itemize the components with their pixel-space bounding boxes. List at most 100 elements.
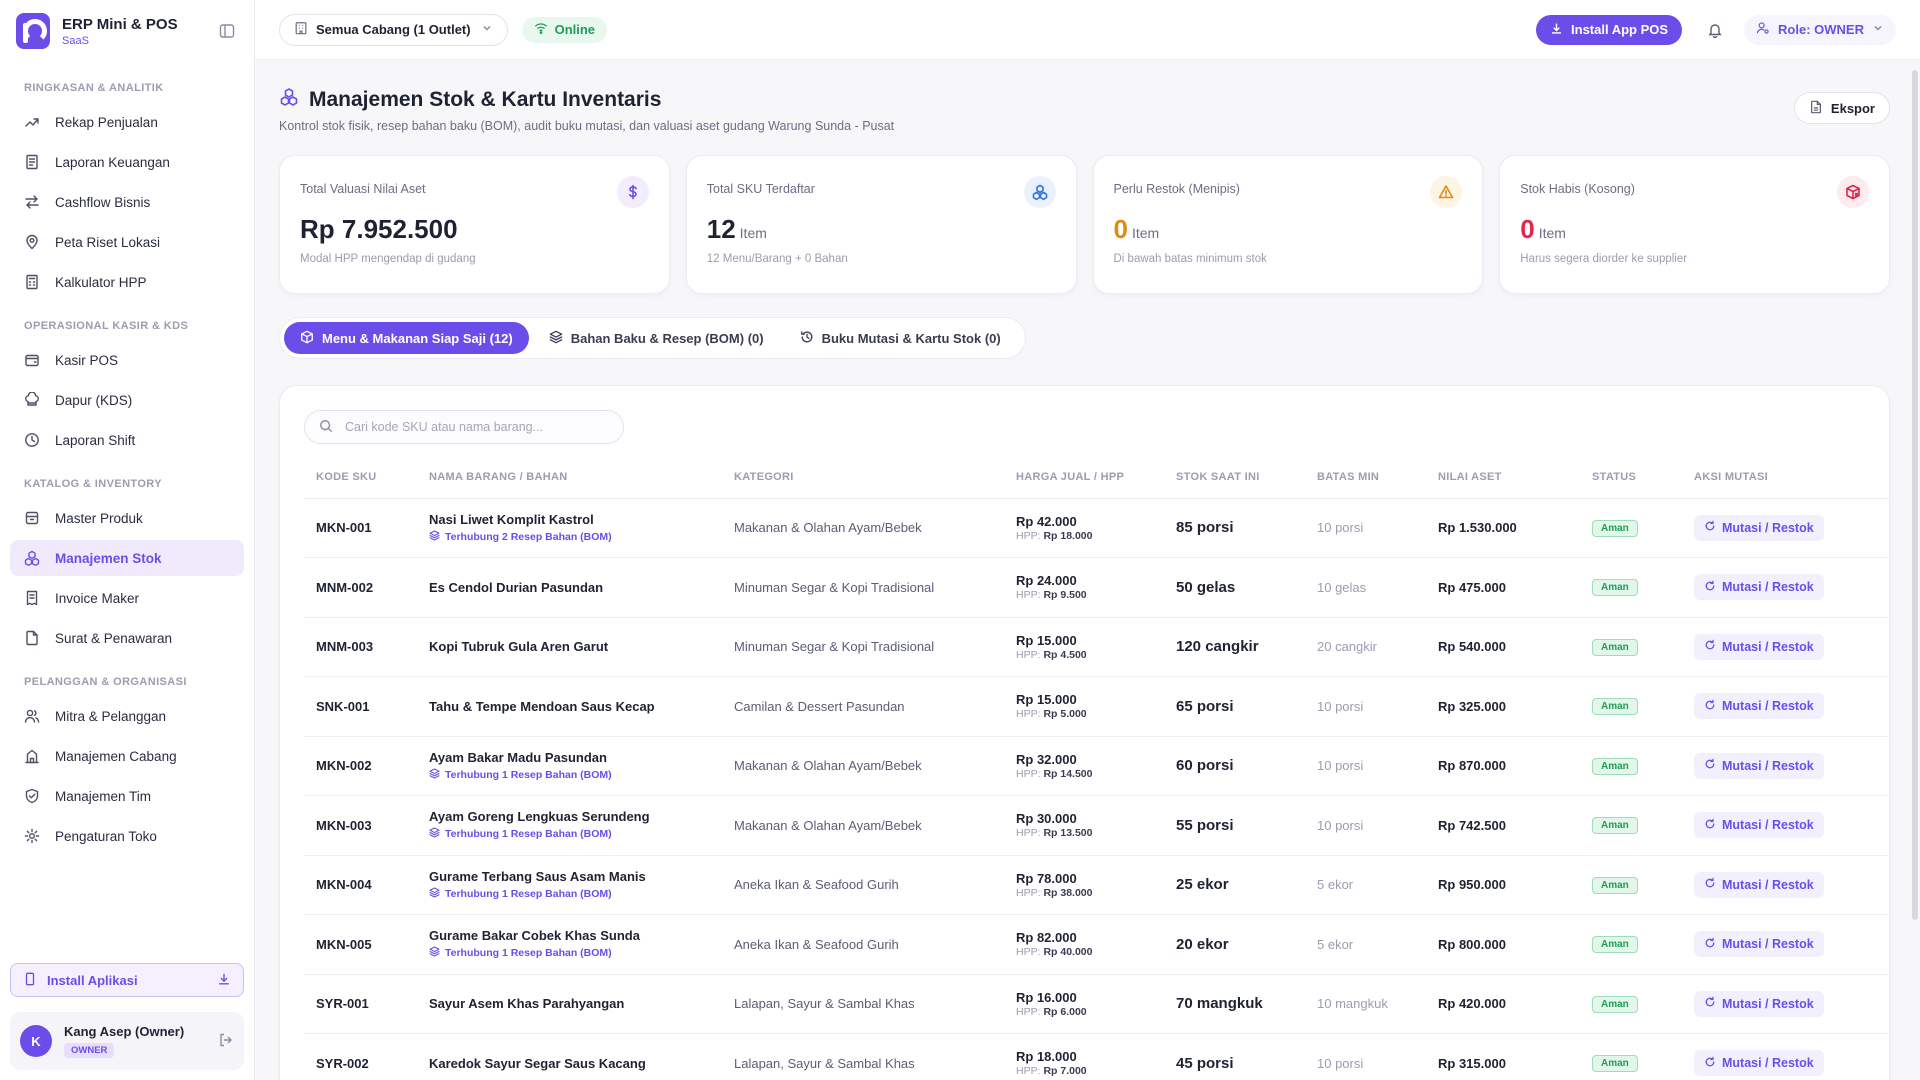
search-box[interactable] (304, 410, 624, 444)
table-row[interactable]: SYR-001 Sayur Asem Khas Parahyangan Lalapa… (304, 974, 1889, 1034)
install-app-label: Install Aplikasi (47, 972, 138, 988)
sidebar-item-laporan-shift[interactable]: Laporan Shift (10, 422, 244, 458)
receipt-icon (23, 589, 41, 607)
stat-value: 12 (706, 214, 736, 244)
refresh-icon (1704, 877, 1716, 892)
wifi-icon (534, 21, 548, 38)
sidebar-item-pengaturan-toko[interactable]: Pengaturan Toko (10, 818, 244, 854)
mutation-restock-button[interactable]: Mutasi / Restok (1694, 990, 1824, 1017)
sidebar-item-laporan-keuangan[interactable]: Laporan Keuangan (10, 144, 244, 180)
page-scrollbar[interactable] (1912, 70, 1918, 920)
table-row[interactable]: MKN-005 Gurame Bakar Cobek Khas Sunda Terh… (304, 914, 1889, 975)
mutation-restock-button[interactable]: Mutasi / Restok (1694, 1050, 1824, 1077)
bom-link[interactable]: Terhubung 1 Resep Bahan (BOM) (429, 827, 710, 841)
package-x-icon (1837, 176, 1869, 208)
column-header-stok-saat-ini: STOK SAAT INI (1164, 456, 1305, 499)
sidebar-item-dapur-kds[interactable]: Dapur (KDS) (10, 382, 244, 418)
table-row[interactable]: MNM-002 Es Cendol Durian Pasundan Minuman … (304, 557, 1889, 618)
sidebar-item-kalkulator-hpp[interactable]: Kalkulator HPP (10, 264, 244, 300)
sidebar-item-peta-riset-lokasi[interactable]: Peta Riset Lokasi (10, 224, 244, 260)
sidebar-item-label: Pengaturan Toko (55, 828, 157, 844)
action-label: Mutasi / Restok (1722, 520, 1814, 535)
stat-card-total-sku-terdaftar: Total SKU Terdaftar 12 Item 12 Menu/Barang … (685, 155, 1077, 294)
hpp-value: Rp 5.000 (1043, 708, 1087, 721)
sidebar: ERP Mini & POS SaaS RINGKASAN & ANALITIK… (0, 0, 255, 1080)
sku-cell: SYR-001 (304, 974, 417, 1034)
inventory-table: KODE SKU NAMA BARANG / BAHAN KATEGORI HARGA… (304, 456, 1889, 1080)
mutation-restock-button[interactable]: Mutasi / Restok (1694, 812, 1824, 839)
bom-link[interactable]: Terhubung 2 Resep Bahan (BOM) (429, 530, 710, 544)
mutation-restock-button[interactable]: Mutasi / Restok (1694, 931, 1824, 958)
sidebar-item-surat-penawaran[interactable]: Surat & Penawaran (10, 620, 244, 656)
min-stock: 5 ekor (1305, 914, 1426, 975)
map-pin-icon (23, 233, 41, 251)
table-row[interactable]: MKN-001 Nasi Liwet Komplit Kastrol Terhubu… (304, 498, 1889, 558)
sidebar-toggle-icon[interactable] (216, 20, 238, 42)
asset-value: Rp 475.000 (1426, 557, 1580, 618)
bom-link[interactable]: Terhubung 1 Resep Bahan (BOM) (429, 946, 710, 960)
tab-buku-mutasi-kartu-stok-0[interactable]: Buku Mutasi & Kartu Stok (0) (784, 322, 1017, 354)
phone-icon (23, 972, 37, 989)
asset-value: Rp 800.000 (1426, 914, 1580, 975)
tab-bahan-baku-resep-bom-0[interactable]: Bahan Baku & Resep (BOM) (0) (533, 322, 780, 354)
table-row[interactable]: MNM-003 Kopi Tubruk Gula Aren Garut Minuma… (304, 617, 1889, 677)
sidebar-item-master-produk[interactable]: Master Produk (10, 500, 244, 536)
file-export-icon (1809, 100, 1823, 117)
hpp-label: HPP: (1016, 589, 1041, 602)
table-row[interactable]: MKN-004 Gurame Terbang Saus Asam Manis Ter… (304, 855, 1889, 915)
min-stock: 10 gelas (1305, 557, 1426, 618)
bom-link[interactable]: Terhubung 1 Resep Bahan (BOM) (429, 768, 710, 782)
tab-menu-makanan-siap-saji-12[interactable]: Menu & Makanan Siap Saji (12) (284, 322, 529, 354)
table-row[interactable]: SYR-002 Karedok Sayur Segar Saus Kacang La… (304, 1033, 1889, 1080)
sidebar-item-label: Dapur (KDS) (55, 392, 133, 408)
table-row[interactable]: MKN-003 Ayam Goreng Lengkuas Serundeng Ter… (304, 795, 1889, 856)
mutation-restock-button[interactable]: Mutasi / Restok (1694, 693, 1824, 720)
min-stock: 20 cangkir (1305, 617, 1426, 677)
install-pos-button[interactable]: Install App POS (1536, 14, 1683, 45)
role-selector[interactable]: Role: OWNER (1744, 14, 1896, 45)
sidebar-item-mitra-pelanggan[interactable]: Mitra & Pelanggan (10, 698, 244, 734)
mutation-restock-button[interactable]: Mutasi / Restok (1694, 514, 1824, 541)
mutation-restock-button[interactable]: Mutasi / Restok (1694, 871, 1824, 898)
branch-selector[interactable]: Semua Cabang (1 Outlet) (279, 13, 508, 46)
hpp-value: Rp 40.000 (1043, 946, 1093, 959)
nav-section-title: RINGKASAN & ANALITIK (24, 82, 164, 94)
sidebar-item-manajemen-tim[interactable]: Manajemen Tim (10, 778, 244, 814)
sidebar-item-invoice-maker[interactable]: Invoice Maker (10, 580, 244, 616)
item-name: Nasi Liwet Komplit Kastrol (429, 511, 594, 527)
mutation-restock-button[interactable]: Mutasi / Restok (1694, 574, 1824, 601)
chevron-down-icon (1872, 22, 1884, 37)
user-role-badge: OWNER (64, 1043, 115, 1058)
item-name: Gurame Bakar Cobek Khas Sunda (429, 928, 640, 944)
sku-cell: MNM-002 (304, 557, 417, 618)
sidebar-item-manajemen-cabang[interactable]: Manajemen Cabang (10, 738, 244, 774)
layers-icon (429, 887, 440, 901)
chef-hat-icon (23, 391, 41, 409)
sku-cell: MKN-003 (304, 795, 417, 856)
search-input[interactable] (345, 420, 605, 434)
stat-label: Total SKU Terdaftar (706, 182, 815, 196)
logout-icon[interactable] (218, 1032, 234, 1051)
bom-link[interactable]: Terhubung 1 Resep Bahan (BOM) (429, 887, 710, 901)
category-cell: Aneka Ikan & Seafood Gurih (722, 914, 1004, 975)
tab-label: Buku Mutasi & Kartu Stok (0) (821, 330, 1001, 346)
mutation-restock-button[interactable]: Mutasi / Restok (1694, 633, 1824, 660)
export-button[interactable]: Ekspor (1793, 92, 1890, 124)
sidebar-item-kasir-pos[interactable]: Kasir POS (10, 342, 244, 378)
sidebar-item-rekap-penjualan[interactable]: Rekap Penjualan (10, 104, 244, 140)
table-row[interactable]: MKN-002 Ayam Bakar Madu Pasundan Terhubung… (304, 736, 1889, 796)
sidebar-item-label: Cashflow Bisnis (55, 194, 151, 210)
action-label: Mutasi / Restok (1722, 996, 1814, 1011)
table-row[interactable]: SNK-001 Tahu & Tempe Mendoan Saus Kecap Ca… (304, 676, 1889, 737)
sidebar-item-manajemen-stok[interactable]: Manajemen Stok (10, 540, 244, 576)
bell-icon[interactable] (1700, 15, 1730, 45)
sell-price: Rp 24.000 (1016, 573, 1077, 589)
stat-value: 0 (1113, 214, 1128, 244)
install-app-button[interactable]: Install Aplikasi (10, 963, 244, 997)
sidebar-item-label: Manajemen Tim (55, 788, 152, 804)
mutation-restock-button[interactable]: Mutasi / Restok (1694, 752, 1824, 779)
nav-section-title: OPERASIONAL KASIR & KDS (24, 320, 189, 332)
sidebar-item-cashflow-bisnis[interactable]: Cashflow Bisnis (10, 184, 244, 220)
hpp-label: HPP: (1016, 767, 1041, 780)
action-label: Mutasi / Restok (1722, 580, 1814, 595)
